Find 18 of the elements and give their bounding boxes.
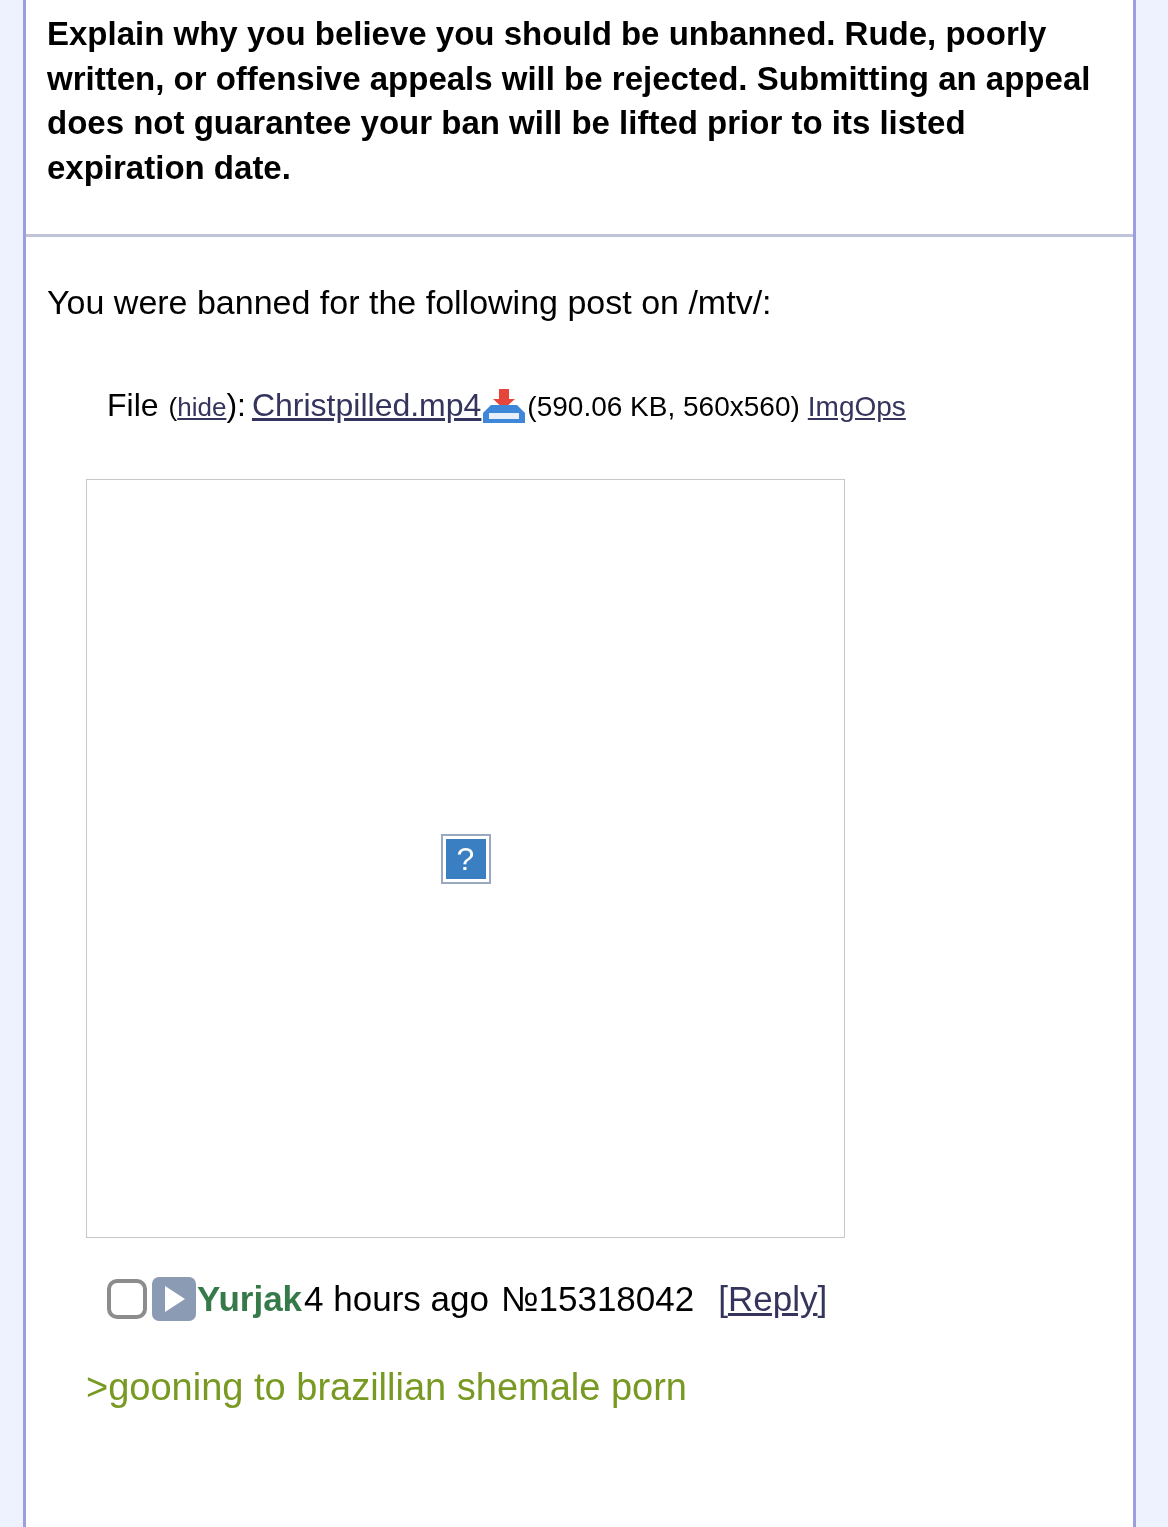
poster-name: Yurjak bbox=[197, 1279, 303, 1319]
file-info: (590.06 KB, 560x560) bbox=[527, 391, 800, 423]
post-time: 4 hours ago bbox=[304, 1279, 489, 1319]
bracket-text: [ bbox=[718, 1279, 728, 1318]
thumbnail-frame[interactable]: ? bbox=[86, 479, 845, 1238]
post-number[interactable]: №15318042 bbox=[500, 1279, 695, 1319]
play-icon[interactable] bbox=[151, 1276, 197, 1322]
paren-text: ( bbox=[168, 392, 178, 422]
ban-reason-heading: You were banned for the following post on /mtv/: bbox=[47, 282, 773, 323]
file-label: File bbox=[107, 387, 159, 424]
appeal-notice: Explain why you believe you should be unbanned. Rude, poorly written, or offensive appeals will be rejected. Submitting an appeal does not guarantee your ban will be lifted prior to its listed expiration date. bbox=[47, 14, 1092, 188]
checkbox[interactable] bbox=[107, 1279, 147, 1319]
paren-text: ): bbox=[226, 387, 246, 424]
post-comment: >gooning to brazillian shemale porn bbox=[86, 1366, 688, 1409]
file-name-link[interactable]: Christpilled.mp4 bbox=[251, 387, 482, 424]
imgops-link[interactable]: ImgOps bbox=[807, 391, 906, 423]
bracket-text: ] bbox=[817, 1279, 828, 1318]
reply-link[interactable]: Reply bbox=[727, 1279, 818, 1318]
